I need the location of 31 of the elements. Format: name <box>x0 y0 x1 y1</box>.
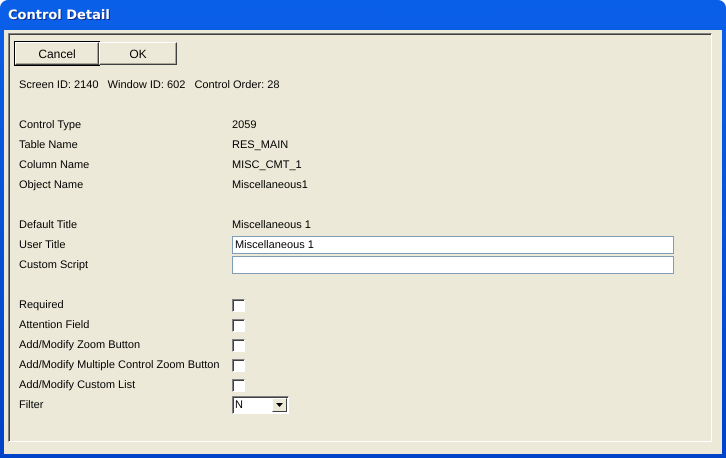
checkbox[interactable] <box>232 378 245 392</box>
field-label: Table Name <box>19 139 79 151</box>
field-label: Column Name <box>19 159 90 171</box>
text-field[interactable]: Miscellaneous 1 <box>232 236 674 254</box>
dialog-button[interactable]: OK <box>99 42 177 65</box>
field-label: Object Name <box>19 179 84 191</box>
field-label: User Title <box>19 239 66 251</box>
info-text: Screen ID: 2140 Window ID: 602 Control Order: 28 <box>19 78 280 93</box>
text-field[interactable] <box>232 256 674 274</box>
field-label: Default Title <box>19 219 78 231</box>
checkbox[interactable] <box>232 298 245 312</box>
field-label: Add/Modify Multiple Control Zoom Button <box>19 359 221 371</box>
field-label: Required <box>19 299 65 311</box>
field-label: Attention Field <box>19 319 90 331</box>
field-value: Miscellaneous1 <box>232 179 308 191</box>
field-label: Custom Script <box>19 259 90 271</box>
window-title: Control Detail <box>7 6 111 24</box>
field-value: Miscellaneous 1 <box>232 219 311 231</box>
field-value: 2059 <box>232 119 256 131</box>
dropdown-arrow-icon <box>276 403 283 407</box>
dialog-button[interactable]: Cancel <box>15 42 99 65</box>
dropdown[interactable]: N <box>232 396 289 414</box>
field-label: Add/Modify Zoom Button <box>19 339 142 351</box>
field-value: RES_MAIN <box>232 139 288 151</box>
checkbox[interactable] <box>232 318 245 332</box>
field-label: Add/Modify Custom List <box>19 379 136 391</box>
checkbox[interactable] <box>232 358 245 372</box>
field-label: Filter <box>19 399 44 411</box>
field-value: MISC_CMT_1 <box>232 159 302 171</box>
field-label: Control Type <box>19 119 82 131</box>
checkbox[interactable] <box>232 338 245 352</box>
